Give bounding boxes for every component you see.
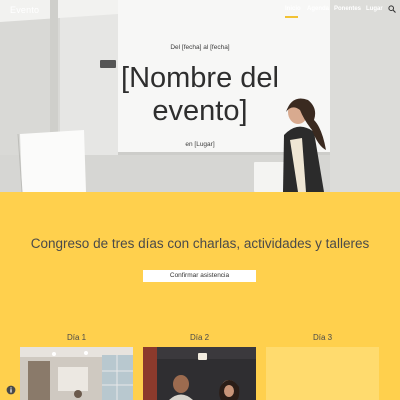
day-2-image[interactable]	[143, 347, 256, 400]
day-1-image[interactable]	[20, 347, 133, 400]
nav-item-inicio[interactable]: Inicio	[285, 6, 301, 12]
day-1-label: Día 1	[66, 333, 87, 342]
nav-item-agenda[interactable]: Agenda	[307, 6, 329, 12]
event-dates: Del [fecha] al [fecha]	[170, 44, 230, 51]
search-icon[interactable]	[388, 5, 396, 13]
event-name-line-1: [Nombre del	[121, 62, 279, 94]
day-2-label: Día 2	[189, 333, 210, 342]
confirm-attendance-button[interactable]: Confirmar asistencia	[143, 270, 256, 282]
event-tagline: Congreso de tres días con charlas, activ…	[30, 236, 370, 251]
day-3-image-placeholder[interactable]	[266, 347, 379, 400]
event-location: en [Lugar]	[185, 141, 215, 148]
nav-item-ponentes[interactable]: Ponentes	[334, 6, 361, 12]
event-name: [Nombre del evento]	[95, 62, 305, 128]
day-3-label: Día 3	[312, 333, 333, 342]
nav-active-indicator	[285, 16, 298, 18]
top-navigation-bar: Evento Inicio Agenda Ponentes Lugar	[0, 0, 400, 24]
nav-item-lugar[interactable]: Lugar	[366, 6, 383, 12]
info-icon[interactable]	[6, 385, 16, 395]
site-title[interactable]: Evento	[10, 5, 39, 15]
event-name-line-2: evento]	[152, 95, 248, 127]
